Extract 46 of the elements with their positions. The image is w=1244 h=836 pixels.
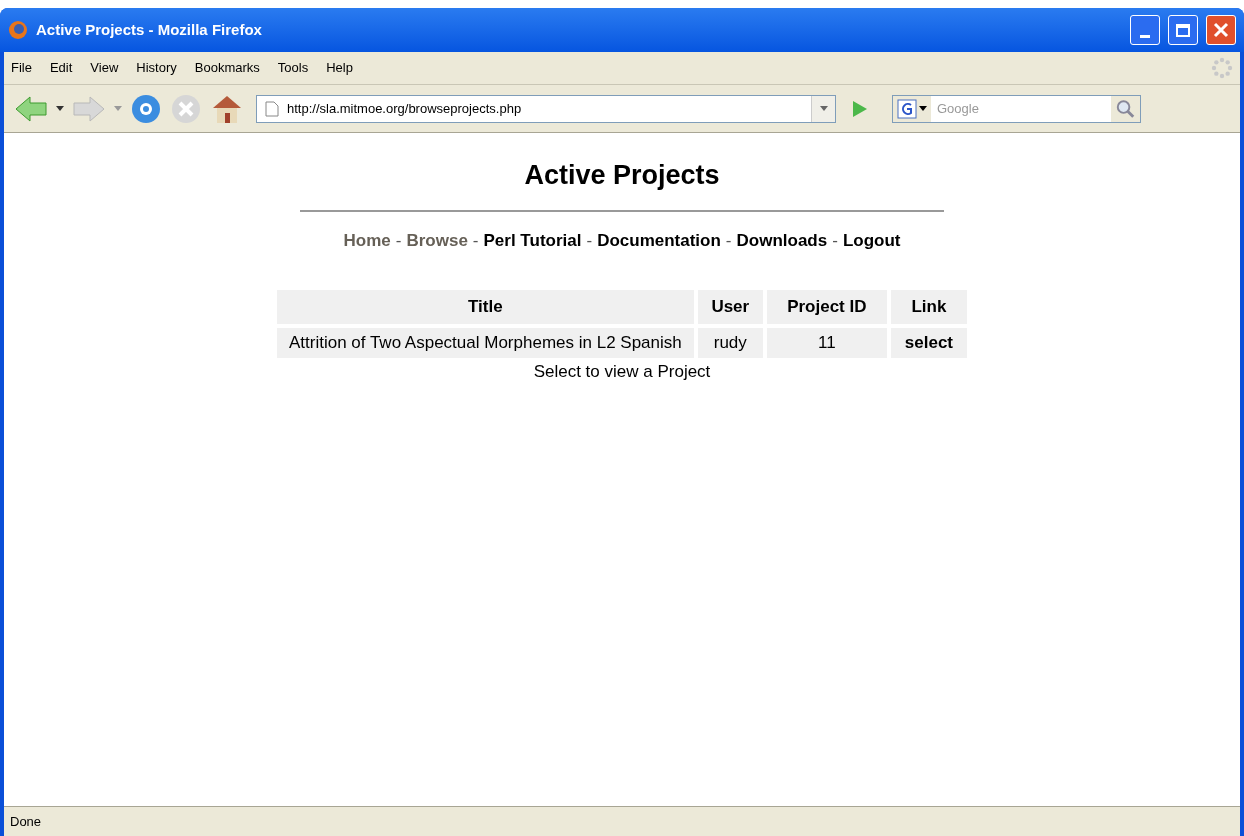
menu-item[interactable]: File — [11, 58, 32, 78]
nav-link[interactable]: Downloads — [736, 227, 828, 253]
nav-link[interactable]: Browse — [406, 227, 468, 253]
search-engine-button[interactable] — [892, 94, 931, 123]
menu-item[interactable]: Tools — [277, 58, 309, 78]
separator-text: - — [472, 229, 479, 252]
table-cell: Attrition of Two Aspectual Morphemes in L2 Spanish — [276, 328, 694, 358]
separator-text: - — [832, 229, 838, 252]
column-header: Title — [276, 290, 694, 324]
throbber-icon — [1211, 57, 1233, 79]
nav-link[interactable]: Perl Tutorial — [483, 227, 582, 253]
address-field[interactable]: http://sla.mitmoe.org/browseprojects.php — [256, 94, 836, 123]
nav-link[interactable]: Documentation — [597, 227, 721, 253]
menu-item[interactable]: Bookmarks — [194, 58, 260, 78]
column-header: Project ID — [766, 290, 887, 324]
minimize-button[interactable] — [1130, 15, 1160, 45]
nav-link[interactable]: Logout — [842, 227, 901, 253]
maximize-button[interactable] — [1168, 15, 1198, 45]
history-dropdown-button[interactable] — [811, 95, 835, 122]
dropdown-caret-icon[interactable] — [56, 106, 64, 111]
column-header: User — [697, 290, 763, 324]
table-cell: 11 — [766, 328, 887, 358]
status-text: Done — [10, 812, 42, 831]
close-button[interactable] — [1206, 15, 1236, 45]
search-field[interactable]: Google — [931, 94, 1111, 123]
page-icon — [265, 100, 279, 117]
dropdown-caret-icon[interactable] — [919, 106, 927, 111]
browser-logo-icon — [8, 20, 28, 40]
url-text: http://sla.mitmoe.org/browseprojects.php — [287, 99, 523, 118]
footnote-text: Select to view a Project — [533, 361, 711, 383]
menu-item[interactable]: View — [90, 58, 119, 78]
table-cell: rudy — [697, 328, 763, 358]
menu-item[interactable]: Help — [326, 58, 353, 78]
reload-icon[interactable] — [130, 92, 162, 125]
window-title: Active Projects - Mozilla Firefox — [36, 19, 263, 40]
nav-link[interactable]: Home — [343, 227, 391, 253]
separator-text: - — [725, 229, 732, 252]
search-engine-logo-icon — [897, 98, 917, 119]
menu-item[interactable]: Edit — [49, 58, 73, 78]
separator-text: - — [395, 229, 402, 252]
page-heading: Active Projects — [524, 159, 720, 192]
column-header: Link — [890, 290, 968, 324]
close-icon — [1213, 22, 1229, 38]
search-icon[interactable] — [1111, 94, 1141, 123]
separator-text: - — [586, 229, 593, 252]
menu-item[interactable]: History — [136, 58, 177, 78]
